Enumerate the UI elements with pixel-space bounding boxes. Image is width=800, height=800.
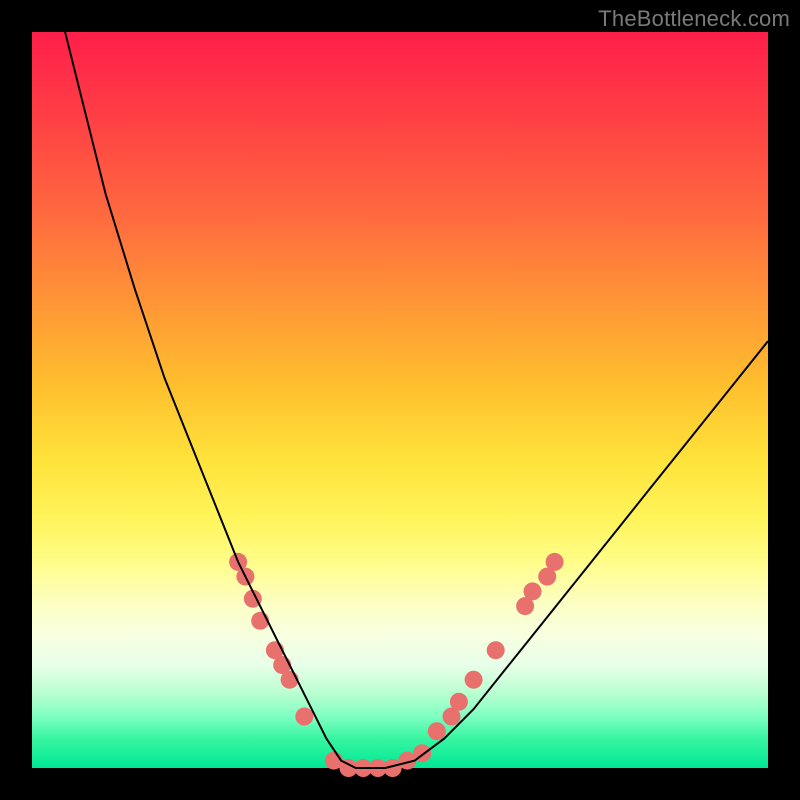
chart-marker (295, 708, 313, 726)
chart-curve (61, 17, 768, 768)
chart-container: TheBottleneck.com (0, 0, 800, 800)
chart-marker (546, 553, 564, 571)
chart-overlay-svg (32, 32, 768, 768)
chart-marker (524, 582, 542, 600)
chart-marker (487, 641, 505, 659)
chart-marker (428, 722, 446, 740)
watermark-text: TheBottleneck.com (598, 6, 790, 32)
chart-markers (229, 553, 563, 777)
chart-marker (465, 671, 483, 689)
chart-marker (450, 693, 468, 711)
